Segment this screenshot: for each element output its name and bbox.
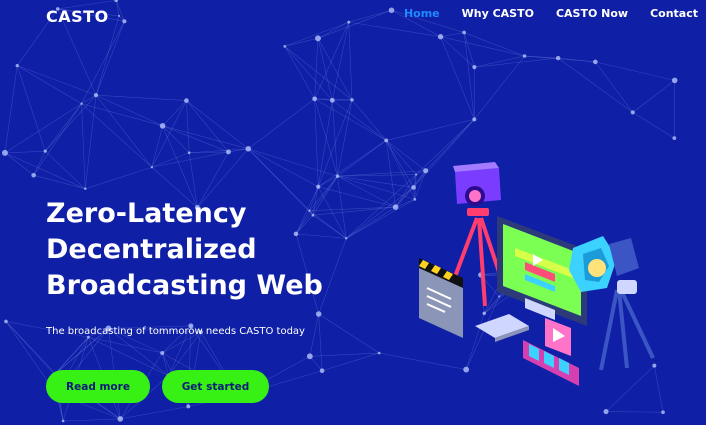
hero-title-line-1: Zero-Latency <box>46 198 247 229</box>
nav-casto-now[interactable]: CASTO Now <box>556 7 628 20</box>
get-started-button[interactable]: Get started <box>162 370 269 403</box>
broadcast-illustration <box>419 162 655 386</box>
main-nav: Home Why CASTO CASTO Now Contact <box>404 7 698 20</box>
read-more-button[interactable]: Read more <box>46 370 150 403</box>
hero-subtitle: The broadcasting of tommorow needs CASTO… <box>46 326 305 337</box>
keyboard-icon <box>475 314 529 342</box>
camera-icon <box>453 162 501 216</box>
brand-logo[interactable]: CASTO <box>46 7 109 26</box>
hero-title-line-2: Decentralized <box>46 234 257 265</box>
nav-home[interactable]: Home <box>404 7 440 20</box>
hero-title: Zero-Latency Decentralized Broadcasting … <box>46 196 366 304</box>
nav-contact[interactable]: Contact <box>650 7 698 20</box>
nav-why-casto[interactable]: Why CASTO <box>462 7 534 20</box>
play-card-icon <box>545 318 571 356</box>
hero-title-line-3: Broadcasting Web <box>46 270 323 301</box>
